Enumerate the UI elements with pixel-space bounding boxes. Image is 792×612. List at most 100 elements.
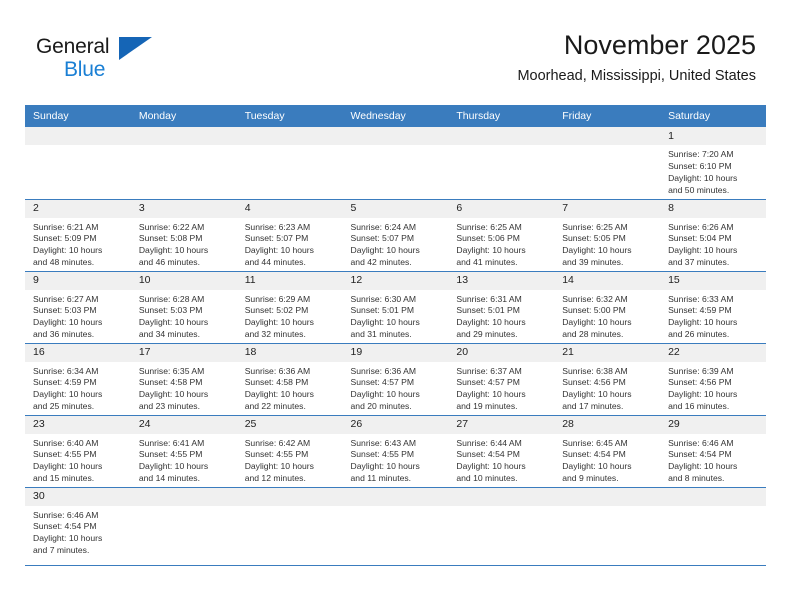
sunset-time: Sunset: 4:55 PM xyxy=(138,449,203,460)
sunset-time: Sunset: 4:55 PM xyxy=(244,449,309,460)
day-cell-content xyxy=(342,487,449,565)
day-number-band: 12 xyxy=(342,271,449,290)
sunset-time: Sunset: 4:55 PM xyxy=(350,449,415,460)
calendar-day-cell[interactable]: 2 Sunrise: 6:21 AM Sunset: 5:09 PM Daylight… xyxy=(25,199,131,272)
sunset-time: Sunset: 5:09 PM xyxy=(33,233,97,244)
day-number: 30 xyxy=(33,490,45,503)
sunset-time: Sunset: 5:03 PM xyxy=(138,305,203,316)
calendar-day-cell[interactable]: 29 Sunrise: 6:46 AM Sunset: 4:54 PM Dayligh… xyxy=(660,415,766,488)
general-blue-logo[interactable]: General Blue xyxy=(36,36,154,94)
calendar-day-cell[interactable]: 4 Sunrise: 6:23 AM Sunset: 5:07 PM Daylight… xyxy=(236,199,343,272)
day-cell-content: 14 Sunrise: 6:32 AM Sunset: 5:00 PM Dayligh… xyxy=(554,271,661,343)
calendar-day-cell[interactable]: 10 Sunrise: 6:28 AM Sunset: 5:03 PM Dayligh… xyxy=(130,271,237,344)
day-number: 8 xyxy=(668,202,674,215)
day-number-band: 14 xyxy=(554,271,661,290)
daylight-duration-line1: Daylight: 10 hours xyxy=(350,317,420,328)
sunset-time: Sunset: 4:56 PM xyxy=(668,377,732,388)
calendar-day-cell[interactable]: 20 Sunrise: 6:37 AM Sunset: 4:57 PM Dayligh… xyxy=(448,343,555,416)
calendar-day-cell[interactable]: 3 Sunrise: 6:22 AM Sunset: 5:08 PM Daylight… xyxy=(130,199,237,272)
day-cell-content: 13 Sunrise: 6:31 AM Sunset: 5:01 PM Dayligh… xyxy=(448,271,555,343)
weekday-header-tuesday: Tuesday xyxy=(236,105,343,127)
day-sun-info: Sunrise: 6:46 AM Sunset: 4:54 PM Daylight:… xyxy=(25,506,131,557)
day-sun-info: Sunrise: 6:30 AM Sunset: 5:01 PM Daylight:… xyxy=(343,290,449,341)
sunrise-time: Sunrise: 6:23 AM xyxy=(244,221,311,232)
sunset-time: Sunset: 4:54 PM xyxy=(33,521,97,532)
calendar-day-cell[interactable]: 6 Sunrise: 6:25 AM Sunset: 5:06 PM Daylight… xyxy=(448,199,555,272)
day-number-band: 11 xyxy=(236,271,343,290)
day-sun-info: Sunrise: 6:36 AM Sunset: 4:58 PM Daylight:… xyxy=(237,362,343,413)
day-number-band: 24 xyxy=(130,415,237,434)
day-number-band: 19 xyxy=(342,343,449,362)
weekday-header-thursday: Thursday xyxy=(448,105,555,127)
day-number-band: 22 xyxy=(660,343,766,362)
sunset-time: Sunset: 4:59 PM xyxy=(668,305,732,316)
sunrise-time: Sunrise: 6:38 AM xyxy=(562,365,628,376)
calendar-day-cell[interactable]: 13 Sunrise: 6:31 AM Sunset: 5:01 PM Dayligh… xyxy=(448,271,555,344)
sunrise-time: Sunrise: 6:25 AM xyxy=(562,221,628,232)
calendar-day-cell[interactable]: 25 Sunrise: 6:42 AM Sunset: 4:55 PM Dayligh… xyxy=(236,415,343,488)
daylight-duration-line2: and 39 minutes. xyxy=(562,257,624,268)
calendar-day-cell[interactable]: 1 Sunrise: 7:20 AM Sunset: 6:10 PM Daylight… xyxy=(660,127,766,200)
calendar-day-cell[interactable]: 17 Sunrise: 6:35 AM Sunset: 4:58 PM Dayligh… xyxy=(130,343,237,416)
day-number: 25 xyxy=(244,418,257,431)
calendar-day-cell[interactable]: 30 Sunrise: 6:46 AM Sunset: 4:54 PM Dayligh… xyxy=(25,487,131,566)
day-number: 4 xyxy=(244,202,251,215)
daylight-duration-line2: and 22 minutes. xyxy=(244,401,306,412)
day-cell-content xyxy=(342,127,449,199)
day-sun-info: Sunrise: 6:27 AM Sunset: 5:03 PM Daylight:… xyxy=(25,290,131,341)
calendar-day-cell[interactable]: 16 Sunrise: 6:34 AM Sunset: 4:59 PM Dayligh… xyxy=(25,343,131,416)
day-cell-content: 7 Sunrise: 6:25 AM Sunset: 5:05 PM Daylight… xyxy=(554,199,661,271)
calendar-day-cell[interactable]: 9 Sunrise: 6:27 AM Sunset: 5:03 PM Daylight… xyxy=(25,271,131,344)
daylight-duration-line2: and 16 minutes. xyxy=(668,401,730,412)
day-number: 2 xyxy=(33,202,39,215)
day-cell-content: 27 Sunrise: 6:44 AM Sunset: 4:54 PM Dayligh… xyxy=(448,415,555,487)
calendar-day-cell[interactable]: 19 Sunrise: 6:36 AM Sunset: 4:57 PM Dayligh… xyxy=(342,343,449,416)
sunset-time: Sunset: 5:01 PM xyxy=(350,305,415,316)
daylight-duration-line2: and 26 minutes. xyxy=(668,329,730,340)
daylight-duration-line2: and 10 minutes. xyxy=(456,473,518,484)
day-number-band xyxy=(554,127,661,145)
day-number: 18 xyxy=(244,346,257,359)
blue-triangle-icon xyxy=(119,37,152,60)
sunrise-time: Sunrise: 6:21 AM xyxy=(33,221,99,232)
calendar-day-cell[interactable]: 26 Sunrise: 6:43 AM Sunset: 4:55 PM Dayligh… xyxy=(342,415,449,488)
sunset-time: Sunset: 4:59 PM xyxy=(33,377,97,388)
day-number: 14 xyxy=(562,274,574,287)
day-number-band: 1 xyxy=(660,127,766,145)
calendar-day-cell[interactable]: 21 Sunrise: 6:38 AM Sunset: 4:56 PM Dayligh… xyxy=(554,343,661,416)
sunrise-time: Sunrise: 6:46 AM xyxy=(668,437,734,448)
calendar-day-cell[interactable]: 5 Sunrise: 6:24 AM Sunset: 5:07 PM Daylight… xyxy=(342,199,449,272)
day-sun-info: Sunrise: 6:22 AM Sunset: 5:08 PM Daylight:… xyxy=(131,218,237,269)
weekday-header-wednesday: Wednesday xyxy=(342,105,449,127)
calendar-day-cell[interactable]: 27 Sunrise: 6:44 AM Sunset: 4:54 PM Dayligh… xyxy=(448,415,555,488)
day-sun-info: Sunrise: 6:44 AM Sunset: 4:54 PM Daylight:… xyxy=(448,434,554,485)
day-sun-info: Sunrise: 6:40 AM Sunset: 4:55 PM Daylight:… xyxy=(25,434,131,485)
day-sun-info: Sunrise: 6:36 AM Sunset: 4:57 PM Daylight:… xyxy=(343,362,449,413)
daylight-duration-line2: and 29 minutes. xyxy=(456,329,518,340)
day-sun-info: Sunrise: 6:38 AM Sunset: 4:56 PM Daylight:… xyxy=(554,362,660,413)
calendar-day-cell[interactable]: 8 Sunrise: 6:26 AM Sunset: 5:04 PM Daylight… xyxy=(660,199,766,272)
day-number: 22 xyxy=(668,346,680,359)
calendar-day-cell[interactable]: 22 Sunrise: 6:39 AM Sunset: 4:56 PM Dayligh… xyxy=(660,343,766,416)
day-cell-content: 5 Sunrise: 6:24 AM Sunset: 5:07 PM Daylight… xyxy=(342,199,449,271)
calendar-day-cell xyxy=(554,487,661,566)
calendar-day-cell[interactable]: 24 Sunrise: 6:41 AM Sunset: 4:55 PM Dayligh… xyxy=(130,415,237,488)
day-number: 15 xyxy=(668,274,680,287)
daylight-duration-line1: Daylight: 10 hours xyxy=(668,461,738,472)
calendar-day-cell xyxy=(448,487,555,566)
calendar-day-cell[interactable]: 12 Sunrise: 6:30 AM Sunset: 5:01 PM Dayligh… xyxy=(342,271,449,344)
calendar-day-cell[interactable]: 18 Sunrise: 6:36 AM Sunset: 4:58 PM Dayligh… xyxy=(236,343,343,416)
calendar-day-cell[interactable]: 15 Sunrise: 6:33 AM Sunset: 4:59 PM Dayligh… xyxy=(660,271,766,344)
day-number-band xyxy=(554,487,661,506)
daylight-duration-line1: Daylight: 10 hours xyxy=(138,389,209,400)
weekday-header-sunday: Sunday xyxy=(25,105,131,127)
calendar-day-cell[interactable]: 23 Sunrise: 6:40 AM Sunset: 4:55 PM Dayligh… xyxy=(25,415,131,488)
calendar-day-cell[interactable]: 28 Sunrise: 6:45 AM Sunset: 4:54 PM Dayligh… xyxy=(554,415,661,488)
calendar-day-cell[interactable]: 14 Sunrise: 6:32 AM Sunset: 5:00 PM Dayligh… xyxy=(554,271,661,344)
sunset-time: Sunset: 6:10 PM xyxy=(668,160,732,171)
calendar-day-cell[interactable]: 7 Sunrise: 6:25 AM Sunset: 5:05 PM Daylight… xyxy=(554,199,661,272)
day-cell-content: 1 Sunrise: 7:20 AM Sunset: 6:10 PM Daylight… xyxy=(660,127,766,199)
calendar-week-row: 2 Sunrise: 6:21 AM Sunset: 5:09 PM Daylight… xyxy=(25,199,766,272)
day-cell-content: 25 Sunrise: 6:42 AM Sunset: 4:55 PM Dayligh… xyxy=(236,415,343,487)
calendar-day-cell[interactable]: 11 Sunrise: 6:29 AM Sunset: 5:02 PM Dayligh… xyxy=(236,271,343,344)
